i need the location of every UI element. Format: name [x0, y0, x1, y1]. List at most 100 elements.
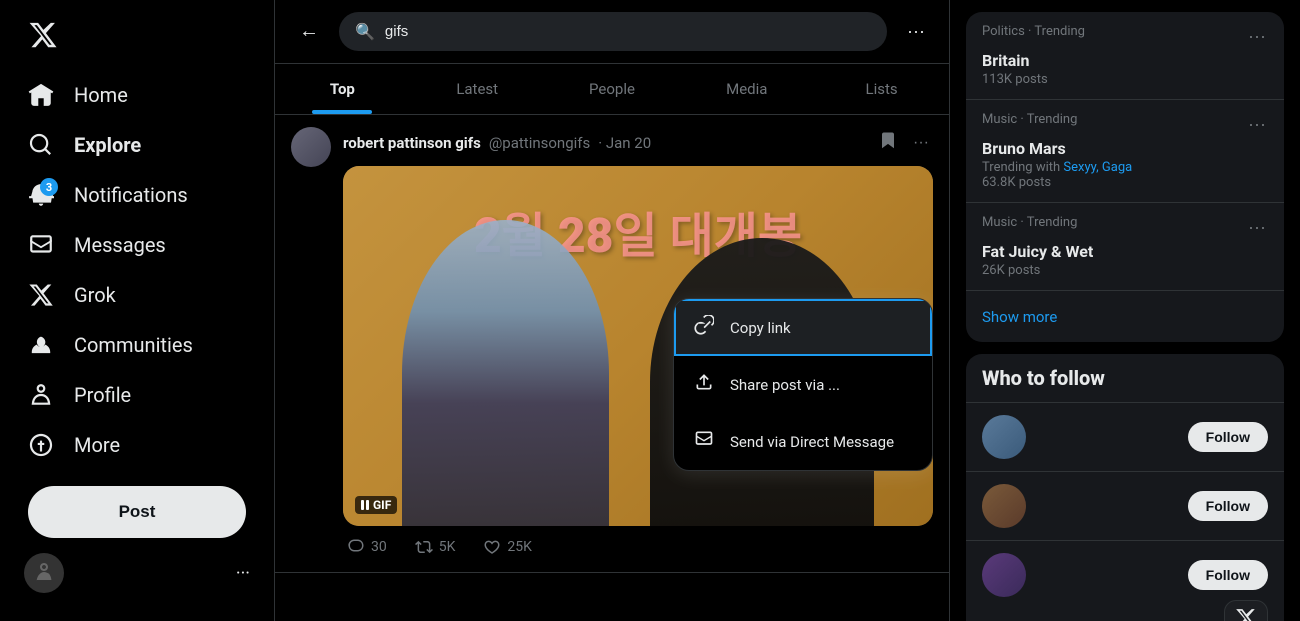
follow-button-2[interactable]: Follow	[1188, 491, 1268, 521]
search-icon: 🔍	[355, 22, 375, 41]
grok-nav-icon	[28, 282, 54, 308]
sidebar-item-label: Messages	[74, 233, 166, 257]
sidebar-item-label: Notifications	[74, 183, 188, 207]
main-content: ← 🔍 ··· Top Latest People Media Lists	[275, 0, 950, 621]
trending-count-2b: 63.8K posts	[982, 175, 1268, 190]
home-icon	[28, 82, 54, 108]
post-time: · Jan 20	[598, 134, 651, 152]
messages-icon	[28, 232, 54, 258]
dm-icon	[694, 429, 714, 454]
user-account[interactable]: ···	[12, 541, 262, 605]
grok-badge[interactable]: GROK	[1224, 600, 1268, 621]
follow-avatar-1	[982, 415, 1026, 459]
follow-name-3: ​	[1038, 558, 1176, 576]
search-bar-row: ← 🔍 ···	[275, 0, 949, 64]
follow-section-title: Who to follow	[966, 354, 1284, 402]
follow-avatar-3	[982, 553, 1026, 597]
follow-item-1[interactable]: ​ ​ Follow	[966, 402, 1284, 471]
follow-info-2: ​ ​	[1038, 489, 1176, 523]
post-button[interactable]: Post	[28, 486, 246, 538]
sidebar-item-label: Grok	[74, 283, 116, 307]
search-input-wrap: 🔍	[339, 12, 887, 51]
x-logo-icon	[28, 20, 58, 50]
post-bookmark-button[interactable]	[875, 127, 901, 158]
follow-name-2: ​	[1038, 489, 1176, 507]
explore-icon	[28, 132, 54, 158]
trending-more-button[interactable]: ···	[1246, 24, 1268, 49]
post-handle: @pattinsongifs	[489, 134, 590, 152]
trending-header-row: Politics · Trending ···	[982, 24, 1268, 49]
sidebar-item-explore[interactable]: Explore	[12, 120, 262, 170]
post-item: robert pattinson gifs @pattinsongifs · J…	[275, 115, 949, 573]
trending-category: Politics · Trending	[982, 24, 1085, 39]
sidebar-item-label: Communities	[74, 333, 193, 357]
trending-section: Politics · Trending ··· Britain 113K pos…	[966, 12, 1284, 342]
context-menu-item-dm[interactable]: Send via Direct Message	[674, 413, 932, 470]
follow-item-3[interactable]: ​ ​ Follow	[966, 540, 1284, 609]
trending-header-row-2: Music · Trending ···	[982, 112, 1268, 137]
feed: robert pattinson gifs @pattinsongifs · J…	[275, 115, 949, 573]
post-content: robert pattinson gifs @pattinsongifs · J…	[343, 127, 933, 560]
sidebar: Home Explore 3 Notifications Messages	[0, 0, 275, 621]
tab-top[interactable]: Top	[275, 64, 410, 114]
post-header: robert pattinson gifs @pattinsongifs · J…	[343, 127, 933, 158]
follow-avatar-2	[982, 484, 1026, 528]
context-menu-item-copy-link[interactable]: Copy link	[674, 299, 932, 356]
context-menu: Copy link Share post via ...	[673, 298, 933, 471]
right-sidebar: Politics · Trending ··· Britain 113K pos…	[950, 0, 1300, 621]
trending-item-fat-juicy[interactable]: Music · Trending ··· Fat Juicy & Wet 26K…	[966, 203, 1284, 291]
post-more-button[interactable]: ···	[909, 130, 933, 156]
account-more-dots: ···	[236, 563, 250, 584]
follow-handle-2: ​	[1038, 507, 1176, 523]
trending-more-button-2[interactable]: ···	[1246, 112, 1268, 137]
trending-header-row-3: Music · Trending ···	[982, 215, 1268, 240]
pause-icon	[361, 500, 369, 510]
sidebar-item-notifications[interactable]: 3 Notifications	[12, 170, 262, 220]
sidebar-item-grok[interactable]: Grok	[12, 270, 262, 320]
trending-show-more-label: Show more	[982, 308, 1057, 326]
sidebar-item-communities[interactable]: Communities	[12, 320, 262, 370]
sidebar-item-label: Explore	[74, 133, 141, 157]
post-retweet-action[interactable]: 5K	[411, 534, 460, 560]
trending-links[interactable]: Sexyy, Gaga	[1063, 160, 1132, 175]
trending-category-2: Music · Trending	[982, 112, 1077, 127]
trending-item-britain[interactable]: Politics · Trending ··· Britain 113K pos…	[966, 12, 1284, 100]
trending-category-3: Music · Trending	[982, 215, 1077, 230]
bell-icon: 3	[28, 182, 54, 208]
post-actions-right: ···	[875, 127, 933, 158]
follow-handle-1: ​	[1038, 438, 1176, 454]
main-nav: Home Explore 3 Notifications Messages	[12, 70, 262, 470]
more-icon	[28, 432, 54, 458]
tab-lists[interactable]: Lists	[814, 64, 949, 114]
sidebar-item-home[interactable]: Home	[12, 70, 262, 120]
sidebar-item-label: Home	[74, 83, 128, 107]
tab-people[interactable]: People	[545, 64, 680, 114]
communities-icon	[28, 332, 54, 358]
context-menu-item-share[interactable]: Share post via ...	[674, 356, 932, 413]
follow-button-3[interactable]: Follow	[1188, 560, 1268, 590]
follow-info-3: ​ ​	[1038, 558, 1176, 592]
tab-media[interactable]: Media	[679, 64, 814, 114]
back-button[interactable]: ←	[291, 12, 327, 51]
trending-count-2: Trending with Sexyy, Gaga	[982, 160, 1268, 175]
sidebar-item-messages[interactable]: Messages	[12, 220, 262, 270]
notification-badge: 3	[40, 178, 58, 196]
search-input[interactable]	[385, 23, 871, 40]
follow-item-2[interactable]: ​ ​ Follow	[966, 471, 1284, 540]
trending-more-button-3[interactable]: ···	[1246, 215, 1268, 240]
post-comment-action[interactable]: 30	[343, 534, 391, 560]
trending-item-bruno-mars[interactable]: Music · Trending ··· Bruno Mars Trending…	[966, 100, 1284, 203]
sidebar-item-profile[interactable]: Profile	[12, 370, 262, 420]
tabs-row: Top Latest People Media Lists	[275, 64, 949, 115]
trending-title-2: Bruno Mars	[982, 139, 1268, 158]
post-like-action[interactable]: 25K	[479, 534, 536, 560]
trending-count-3: 26K posts	[982, 263, 1268, 278]
search-options-button[interactable]: ···	[899, 13, 933, 50]
tab-latest[interactable]: Latest	[410, 64, 545, 114]
sidebar-item-more[interactable]: More	[12, 420, 262, 470]
post-footer: 30 5K 25K	[343, 534, 933, 560]
trending-show-more[interactable]: Show more	[966, 291, 1284, 342]
logo[interactable]	[12, 8, 262, 66]
trending-title-3: Fat Juicy & Wet	[982, 242, 1268, 261]
follow-button-1[interactable]: Follow	[1188, 422, 1268, 452]
